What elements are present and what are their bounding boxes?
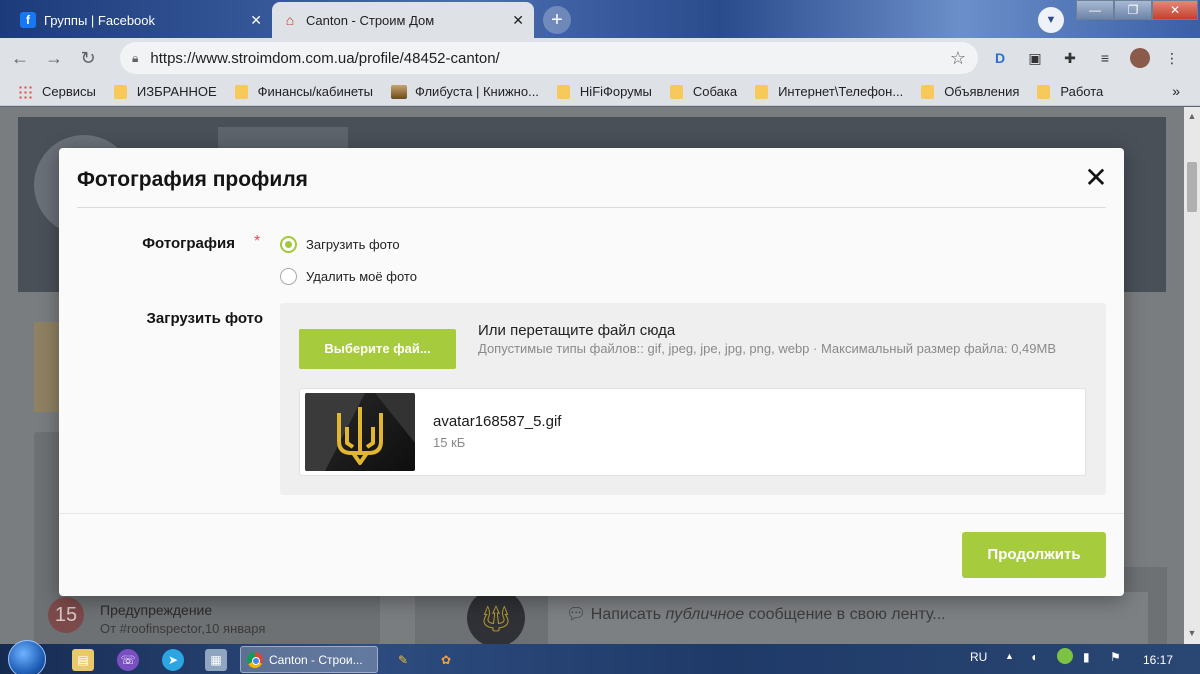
puzzle-icon[interactable]: ✚: [1060, 48, 1080, 68]
network-icon[interactable]: ▮: [1083, 650, 1090, 664]
bookmark-favorites[interactable]: ИЗБРАННОЕ: [113, 84, 217, 99]
radio-label: Загрузить фото: [306, 237, 400, 252]
required-mark: *: [254, 233, 261, 250]
house-icon: ⌂: [285, 12, 295, 28]
bookmark-hifi[interactable]: HiFiФорумы: [556, 84, 652, 99]
radio-button[interactable]: [280, 268, 297, 285]
speech-bubble-icon: 💬︎: [566, 606, 591, 623]
bookmarks-bar: Сервисы ИЗБРАННОЕ Финансы/кабинеты Флибу…: [0, 78, 1200, 106]
radio-label: Удалить моё фото: [306, 269, 417, 284]
media-queue-icon[interactable]: ≡: [1095, 48, 1115, 68]
flag-icon[interactable]: ⚑: [1110, 650, 1121, 664]
maximize-button[interactable]: ❐: [1114, 0, 1152, 20]
browser-titlebar: f Группы | Facebook ✕ ⌂ Canton - Строим …: [0, 0, 1200, 38]
bookmark-services[interactable]: Сервисы: [18, 84, 96, 99]
radio-button-selected[interactable]: [280, 236, 297, 253]
profile-photo-dialog: Фотография профиля ✕ Фотография * Загруз…: [59, 148, 1124, 596]
bookmark-flibusta[interactable]: Флибуста | Книжно...: [391, 84, 539, 99]
minimize-button[interactable]: —: [1076, 0, 1114, 20]
photo-label: Фотография: [142, 235, 235, 252]
close-icon[interactable]: ✕: [1083, 164, 1109, 192]
flibusta-icon: [391, 84, 408, 99]
folder-icon: [921, 84, 935, 99]
file-drop-zone[interactable]: Выберите фай... Или перетащите файл сюда…: [280, 303, 1106, 495]
paint-icon[interactable]: ✿: [435, 649, 457, 671]
divider: [59, 513, 1124, 514]
tab-canton[interactable]: ⌂ Canton - Строим Дом ✕: [272, 2, 534, 38]
folder-icon: [669, 84, 683, 99]
allowed-types-hint: Допустимые типы файлов:: gif, jpeg, jpe,…: [478, 341, 1056, 356]
folder-icon: [234, 84, 248, 99]
security-tray-icon[interactable]: [1057, 648, 1073, 664]
bookmark-internet[interactable]: Интернет\Телефон...: [755, 84, 903, 99]
facebook-icon: f: [20, 12, 36, 28]
forward-arrow-icon[interactable]: →: [40, 48, 68, 69]
file-size: 15 кБ: [433, 435, 466, 450]
reload-icon[interactable]: ↻: [74, 48, 102, 69]
back-arrow-icon[interactable]: ←: [6, 48, 34, 69]
tab-search-icon[interactable]: ▼: [1038, 7, 1064, 33]
viber-icon[interactable]: ☏: [117, 649, 139, 671]
broom-icon[interactable]: ✎: [392, 649, 414, 671]
scroll-thumb[interactable]: [1187, 162, 1197, 212]
bookmark-dog[interactable]: Собака: [669, 84, 737, 99]
profile-avatar[interactable]: [1130, 48, 1150, 68]
radio-delete-photo[interactable]: Удалить моё фото: [280, 268, 417, 285]
file-name: avatar168587_5.gif: [433, 413, 562, 430]
tab-facebook[interactable]: f Группы | Facebook ✕: [10, 2, 272, 38]
choose-file-button[interactable]: Выберите фай...: [299, 329, 456, 369]
extension-d-icon[interactable]: D: [990, 48, 1010, 68]
tray-expand-icon[interactable]: ▲: [1005, 651, 1014, 661]
bookmark-ads[interactable]: Объявления: [921, 84, 1019, 99]
window-controls: — ❐ ✕: [1076, 0, 1198, 20]
scroll-up-icon[interactable]: ▲: [1184, 111, 1200, 125]
trident-avatar-icon: 🔱︎: [467, 589, 525, 644]
url-text[interactable]: https://www.stroimdom.com.ua/profile/484…: [150, 50, 949, 67]
warning-badge: 15: [48, 597, 84, 633]
tab-label: Группы | Facebook: [44, 12, 156, 28]
folder-icon: [113, 84, 127, 99]
upload-label: Загрузить фото: [146, 310, 263, 327]
tab-close-icon[interactable]: ✕: [250, 12, 262, 29]
folder-icon: [755, 84, 769, 99]
telegram-icon[interactable]: ➤: [162, 649, 184, 671]
page-scrollbar[interactable]: ▲ ▼: [1184, 107, 1200, 644]
explorer-icon[interactable]: ▤: [72, 649, 94, 671]
language-indicator[interactable]: RU: [970, 650, 987, 664]
apps-grid-icon: [18, 84, 32, 99]
start-button[interactable]: [8, 640, 46, 674]
uploaded-file-card: avatar168587_5.gif 15 кБ: [299, 388, 1086, 476]
calculator-icon[interactable]: ▦: [205, 649, 227, 671]
folder-icon: [556, 84, 570, 99]
radio-upload-photo[interactable]: Загрузить фото: [280, 236, 400, 253]
taskbar-chrome-task[interactable]: Canton - Строи...: [240, 646, 378, 673]
bookmark-finance[interactable]: Финансы/кабинеты: [234, 84, 373, 99]
chrome-icon: [247, 651, 263, 668]
image-extension-icon[interactable]: ▣: [1025, 48, 1045, 68]
continue-button[interactable]: Продолжить: [962, 532, 1106, 578]
bookmark-star-icon[interactable]: ☆: [950, 48, 966, 69]
browser-toolbar: ← → ↻ 🔒︎ https://www.stroimdom.com.ua/pr…: [0, 38, 1200, 78]
tab-close-icon[interactable]: ✕: [512, 12, 524, 29]
drop-title: Или перетащите файл сюда: [478, 322, 676, 339]
address-bar[interactable]: 🔒︎ https://www.stroimdom.com.ua/profile/…: [120, 42, 978, 74]
menu-dots-icon[interactable]: ⋮: [1162, 48, 1182, 68]
bookmark-work[interactable]: Работа: [1037, 84, 1103, 99]
tab-label: Canton - Строим Дом: [306, 12, 435, 28]
dialog-title: Фотография профиля: [77, 168, 308, 191]
volume-icon[interactable]: ◖: [1030, 650, 1037, 664]
clock[interactable]: 16:17: [1143, 653, 1173, 667]
warning-subtitle: От #roofinspector,10 января: [100, 621, 266, 636]
warning-title: Предупреждение: [100, 602, 213, 618]
divider: [77, 207, 1106, 208]
folder-icon: [1037, 84, 1051, 99]
window-close-button[interactable]: ✕: [1152, 0, 1198, 20]
trident-thumbnail-icon: [305, 393, 415, 471]
new-tab-button[interactable]: +: [543, 6, 571, 34]
more-bookmarks-button[interactable]: »: [1172, 83, 1180, 99]
feed-post-input[interactable]: 💬︎ Написать публичное сообщение в свою л…: [548, 592, 1148, 644]
scroll-down-icon[interactable]: ▼: [1184, 628, 1200, 642]
taskbar: ▤ ☏ ➤ ▦ Canton - Строи... ✎ ✿ RU ▲ ◖ ▮ ⚑…: [0, 640, 1200, 674]
lock-icon: 🔒︎: [132, 50, 139, 65]
